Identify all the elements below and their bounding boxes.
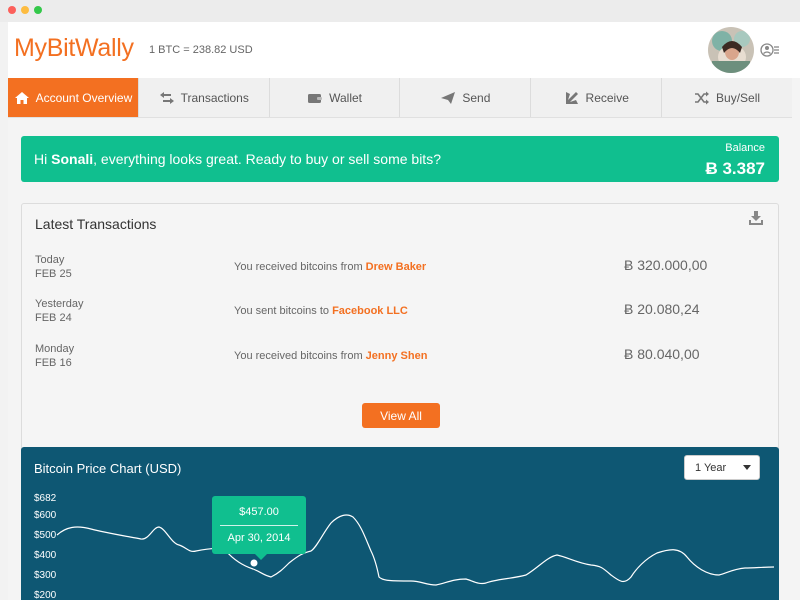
tx-date: FEB 24 (35, 312, 72, 324)
view-all-button[interactable]: View All (362, 403, 440, 428)
tx-day: Yesterday (35, 298, 84, 310)
tx-amount: Ƀ 80.040,00 (624, 346, 700, 362)
shuffle-icon (695, 91, 710, 104)
price-series-line (56, 514, 775, 586)
user-menu-icon[interactable] (760, 41, 780, 59)
tab-send[interactable]: Send (400, 78, 532, 117)
tx-amount: Ƀ 320.000,00 (624, 257, 708, 273)
exchange-rate: 1 BTC = 238.82 USD (149, 44, 253, 56)
window-titlebar (0, 0, 800, 22)
tx-desc-text: You sent bitcoins to (234, 305, 333, 317)
transaction-row[interactable]: Monday FEB 16 You received bitcoins from… (22, 342, 778, 378)
tab-transactions[interactable]: Transactions (139, 78, 270, 117)
close-window-button[interactable] (8, 6, 16, 14)
latest-transactions-panel: Latest Transactions Today FEB 25 You rec… (21, 203, 779, 453)
tx-desc-text: You received bitcoins from (234, 261, 366, 273)
tx-description: You sent bitcoins to Facebook LLC (234, 305, 408, 317)
tx-day: Today (35, 254, 65, 266)
bitcoin-price-chart-panel: Bitcoin Price Chart (USD) 1 Year $682 $6… (21, 447, 779, 600)
tx-description: You received bitcoins from Drew Baker (234, 261, 426, 273)
user-name: Sonali (51, 151, 94, 167)
tab-account-overview[interactable]: Account Overview (8, 78, 139, 117)
tx-date: FEB 25 (35, 268, 72, 280)
welcome-message: Hi Sonali, everything looks great. Ready… (34, 151, 441, 167)
tooltip-divider (220, 525, 298, 526)
tab-receive[interactable]: Receive (531, 78, 663, 117)
app-logo[interactable]: MyBitWally (14, 34, 134, 63)
tx-party-link[interactable]: Facebook LLC (332, 305, 408, 317)
send-icon (441, 91, 456, 104)
tx-party-link[interactable]: Jenny Shen (366, 350, 428, 362)
zoom-window-button[interactable] (34, 6, 42, 14)
minimize-window-button[interactable] (21, 6, 29, 14)
wallet-icon (308, 93, 323, 103)
tab-label: Wallet (329, 90, 363, 105)
tx-party-link[interactable]: Drew Baker (366, 261, 427, 273)
greeting-text: Hi (34, 151, 52, 167)
transaction-row[interactable]: Yesterday FEB 24 You sent bitcoins to Fa… (22, 297, 778, 333)
transaction-row[interactable]: Today FEB 25 You received bitcoins from … (22, 253, 778, 289)
tx-date: FEB 16 (35, 357, 72, 369)
tab-label: Buy/Sell (716, 90, 761, 105)
tx-desc-text: You received bitcoins from (234, 350, 366, 362)
arrows-exchange-icon (159, 91, 174, 104)
panel-title: Latest Transactions (35, 216, 157, 232)
banner-message-text: , everything looks great. Ready to buy o… (93, 151, 441, 167)
tooltip-arrow (255, 554, 267, 560)
balance-value: Ƀ 3.387 (705, 159, 765, 178)
home-icon (14, 91, 29, 104)
hover-point (250, 559, 258, 567)
tx-description: You received bitcoins from Jenny Shen (234, 350, 427, 362)
welcome-banner: Hi Sonali, everything looks great. Ready… (21, 136, 779, 182)
tab-wallet[interactable]: Wallet (270, 78, 401, 117)
tx-amount: Ƀ 20.080,24 (624, 301, 700, 317)
app-window: MyBitWally 1 BTC = 238.82 USD Account Ov… (8, 22, 800, 600)
main-tabs: Account Overview Transactions Wallet Sen… (8, 78, 792, 118)
tooltip-date: Apr 30, 2014 (227, 532, 291, 544)
tab-buy-sell[interactable]: Buy/Sell (662, 78, 792, 117)
app-header: MyBitWally 1 BTC = 238.82 USD (8, 22, 800, 78)
price-line-chart[interactable] (21, 447, 779, 600)
download-icon[interactable] (748, 210, 764, 226)
tx-day: Monday (35, 343, 75, 355)
tooltip-value: $457.00 (239, 506, 279, 518)
balance-label: Balance (725, 142, 765, 154)
price-tooltip: $457.00 Apr 30, 2014 (212, 496, 306, 560)
tab-label: Send (462, 90, 491, 105)
user-avatar[interactable] (708, 27, 754, 73)
receive-icon (565, 91, 578, 104)
tab-label: Account Overview (35, 90, 133, 105)
tab-label: Transactions (180, 90, 249, 105)
tab-label: Receive (585, 90, 629, 105)
